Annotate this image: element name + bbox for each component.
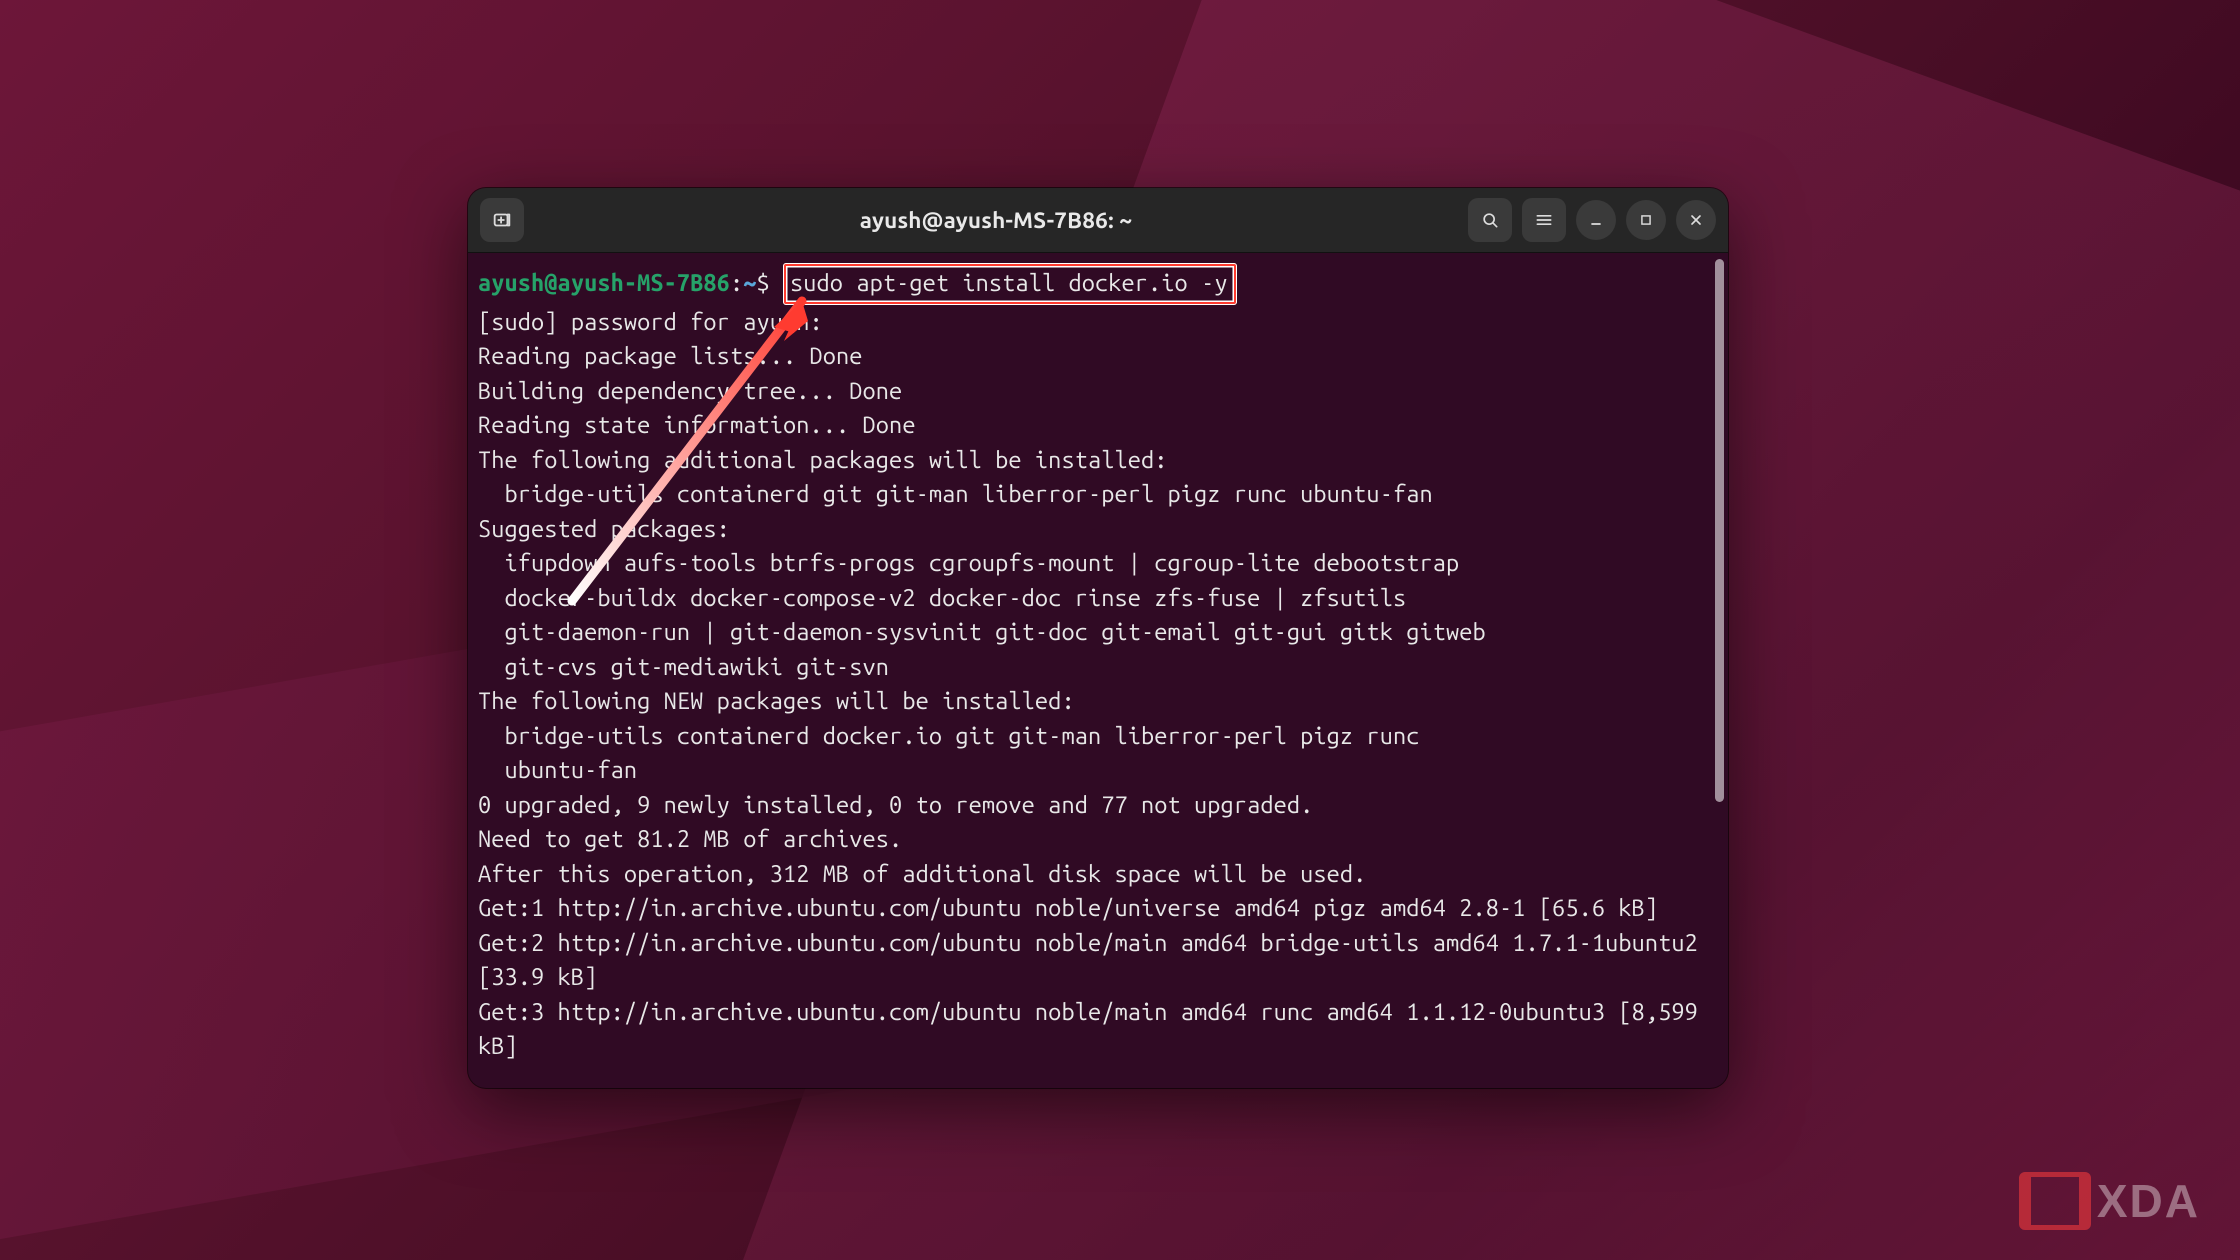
output-line: ifupdown aufs-tools btrfs-progs cgroupfs… xyxy=(478,550,1459,576)
output-line: ubuntu-fan xyxy=(478,757,637,783)
output-line: Get:2 http://in.archive.ubuntu.com/ubunt… xyxy=(478,930,1711,991)
output-line: Reading package lists... Done xyxy=(478,343,863,369)
command-highlight-annotation: sudo apt-get install docker.io -y xyxy=(783,263,1237,305)
scrollbar[interactable] xyxy=(1715,259,1724,1082)
hamburger-menu-button[interactable] xyxy=(1522,198,1566,242)
output-line: bridge-utils containerd docker.io git gi… xyxy=(478,723,1419,749)
maximize-button[interactable] xyxy=(1626,200,1666,240)
scrollbar-thumb[interactable] xyxy=(1715,259,1724,802)
output-line: docker-buildx docker-compose-v2 docker-d… xyxy=(478,585,1406,611)
minimize-button[interactable] xyxy=(1576,200,1616,240)
entered-command: sudo apt-get install docker.io -y xyxy=(790,270,1228,296)
output-line: The following NEW packages will be insta… xyxy=(478,688,1075,714)
output-line: bridge-utils containerd git git-man libe… xyxy=(478,481,1433,507)
new-tab-button[interactable] xyxy=(480,198,524,242)
terminal-body[interactable]: ayush@ayush-MS-7B86:~$ sudo apt-get inst… xyxy=(468,253,1728,1088)
output-line: Suggested packages: xyxy=(478,516,730,542)
prompt-separator: : xyxy=(730,270,743,296)
output-line: 0 upgraded, 9 newly installed, 0 to remo… xyxy=(478,792,1313,818)
output-line: The following additional packages will b… xyxy=(478,447,1168,473)
output-line: git-daemon-run | git-daemon-sysvinit git… xyxy=(478,619,1486,645)
search-button[interactable] xyxy=(1468,198,1512,242)
output-line: git-cvs git-mediawiki git-svn xyxy=(478,654,889,680)
output-line: Need to get 81.2 MB of archives. xyxy=(478,826,902,852)
terminal-window: ayush@ayush-MS-7B86: ~ xyxy=(468,188,1728,1088)
output-line: Get:3 http://in.archive.ubuntu.com/ubunt… xyxy=(478,999,1711,1060)
output-line: After this operation, 312 MB of addition… xyxy=(478,861,1366,887)
output-line: Building dependency tree... Done xyxy=(478,378,902,404)
xda-watermark: XDA xyxy=(2019,1172,2200,1230)
output-line: Get:1 http://in.archive.ubuntu.com/ubunt… xyxy=(478,895,1658,921)
prompt-path: ~ xyxy=(743,270,756,296)
prompt-user-host: ayush@ayush-MS-7B86 xyxy=(478,270,730,296)
close-button[interactable] xyxy=(1676,200,1716,240)
window-title: ayush@ayush-MS-7B86: ~ xyxy=(534,208,1458,233)
output-line: Reading state information... Done xyxy=(478,412,916,438)
window-titlebar[interactable]: ayush@ayush-MS-7B86: ~ xyxy=(468,188,1728,253)
prompt-symbol: $ xyxy=(756,270,769,296)
xda-watermark-text: XDA xyxy=(2097,1174,2200,1228)
xda-logo-icon xyxy=(2019,1172,2091,1230)
output-line: [sudo] password for ayush: xyxy=(478,309,823,335)
